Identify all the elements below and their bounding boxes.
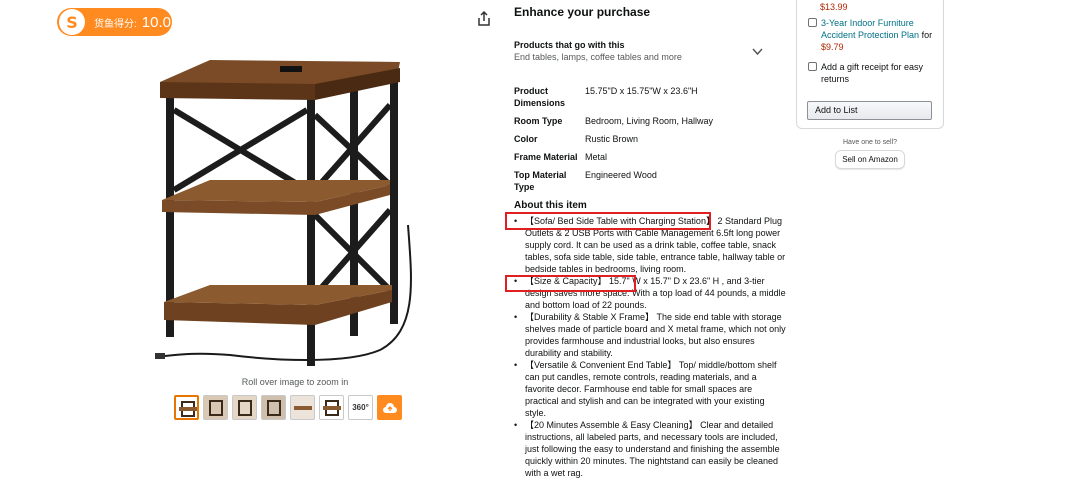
spec-key: Room Type <box>514 116 563 126</box>
spec-row: Frame Material Metal <box>514 151 713 169</box>
enhance-title: Enhance your purchase <box>514 5 651 19</box>
spec-value: 15.75"D x 15.75"W x 23.6"H <box>585 86 698 96</box>
protection-price: $9.79 <box>821 42 844 52</box>
score-badge[interactable]: S 货鱼得分: 10.0 <box>57 8 172 36</box>
protection-for: for <box>919 30 933 40</box>
spec-row: Color Rustic Brown <box>514 133 713 151</box>
about-bullets: 【Sofa/ Bed Side Table with Charging Stat… <box>514 215 786 479</box>
thumbnail-5[interactable] <box>290 395 315 420</box>
add-to-list-button[interactable]: Add to List <box>807 101 932 120</box>
bullet-item: 【Durability & Stable X Frame】 The side e… <box>514 311 786 359</box>
thumbnail-360-view[interactable]: 360° <box>348 395 373 420</box>
protection-text: 3-Year Indoor Furniture Accident Protect… <box>821 17 938 53</box>
goes-with-subtitle: End tables, lamps, coffee tables and mor… <box>514 52 682 62</box>
badge-label: 货鱼得分: <box>94 18 137 30</box>
upload-cloud-icon[interactable] <box>377 395 402 420</box>
goes-with-section[interactable]: Products that go with this End tables, l… <box>514 40 764 62</box>
badge-logo-icon: S <box>59 9 85 35</box>
zoom-hint: Roll over image to zoom in <box>241 377 349 387</box>
spec-row: Room Type Bedroom, Living Room, Hallway <box>514 115 713 133</box>
about-title: About this item <box>514 200 587 211</box>
thumbnail-strip: 360° <box>174 395 402 420</box>
highlight-box-size-capacity <box>505 275 636 292</box>
protection-link[interactable]: 3-Year Indoor Furniture Accident Protect… <box>821 18 919 40</box>
gift-receipt-checkbox[interactable] <box>808 62 817 71</box>
spec-row: Top Material Type Engineered Wood <box>514 169 713 199</box>
spec-value: Metal <box>585 152 608 162</box>
specs-table: Product Dimensions 15.75"D x 15.75"W x 2… <box>514 85 713 199</box>
share-icon[interactable] <box>474 9 494 29</box>
chevron-down-icon[interactable] <box>752 48 763 56</box>
highlight-box-sofa-bedside <box>505 212 711 230</box>
goes-with-title: Products that go with this <box>514 40 625 50</box>
spec-key: Product Dimensions <box>514 86 566 108</box>
bullet-item: 【20 Minutes Assemble & Easy Cleaning】 Cl… <box>514 419 786 479</box>
thumbnail-1[interactable] <box>174 395 199 420</box>
protection-plan-option[interactable]: 3-Year Indoor Furniture Accident Protect… <box>808 17 938 53</box>
spec-value: Engineered Wood <box>585 170 657 180</box>
bullet-item: 【Versatile & Convenient End Table】 Top/ … <box>514 359 786 419</box>
sell-on-amazon-button[interactable]: Sell on Amazon <box>835 150 905 169</box>
have-one-to-sell: Have one to sell? <box>842 139 898 146</box>
spec-key: Color <box>514 134 538 144</box>
spec-value: Rustic Brown <box>585 134 639 144</box>
spec-value: Bedroom, Living Room, Hallway <box>585 116 714 126</box>
badge-score: 10.0 <box>141 13 171 31</box>
spec-key: Frame Material <box>514 152 578 162</box>
spec-row: Product Dimensions 15.75"D x 15.75"W x 2… <box>514 85 713 115</box>
gift-receipt-option[interactable]: Add a gift receipt for easy returns <box>808 61 933 85</box>
thumbnail-2[interactable] <box>203 395 228 420</box>
product-main-image[interactable] <box>150 40 440 370</box>
spec-key: Top Material Type <box>514 170 567 192</box>
protection-checkbox[interactable] <box>808 18 817 27</box>
thumbnail-6[interactable] <box>319 395 344 420</box>
gift-receipt-label: Add a gift receipt for easy returns <box>821 62 924 84</box>
thumbnail-4[interactable] <box>261 395 286 420</box>
price-top: $13.99 <box>820 2 848 12</box>
thumbnail-3[interactable] <box>232 395 257 420</box>
